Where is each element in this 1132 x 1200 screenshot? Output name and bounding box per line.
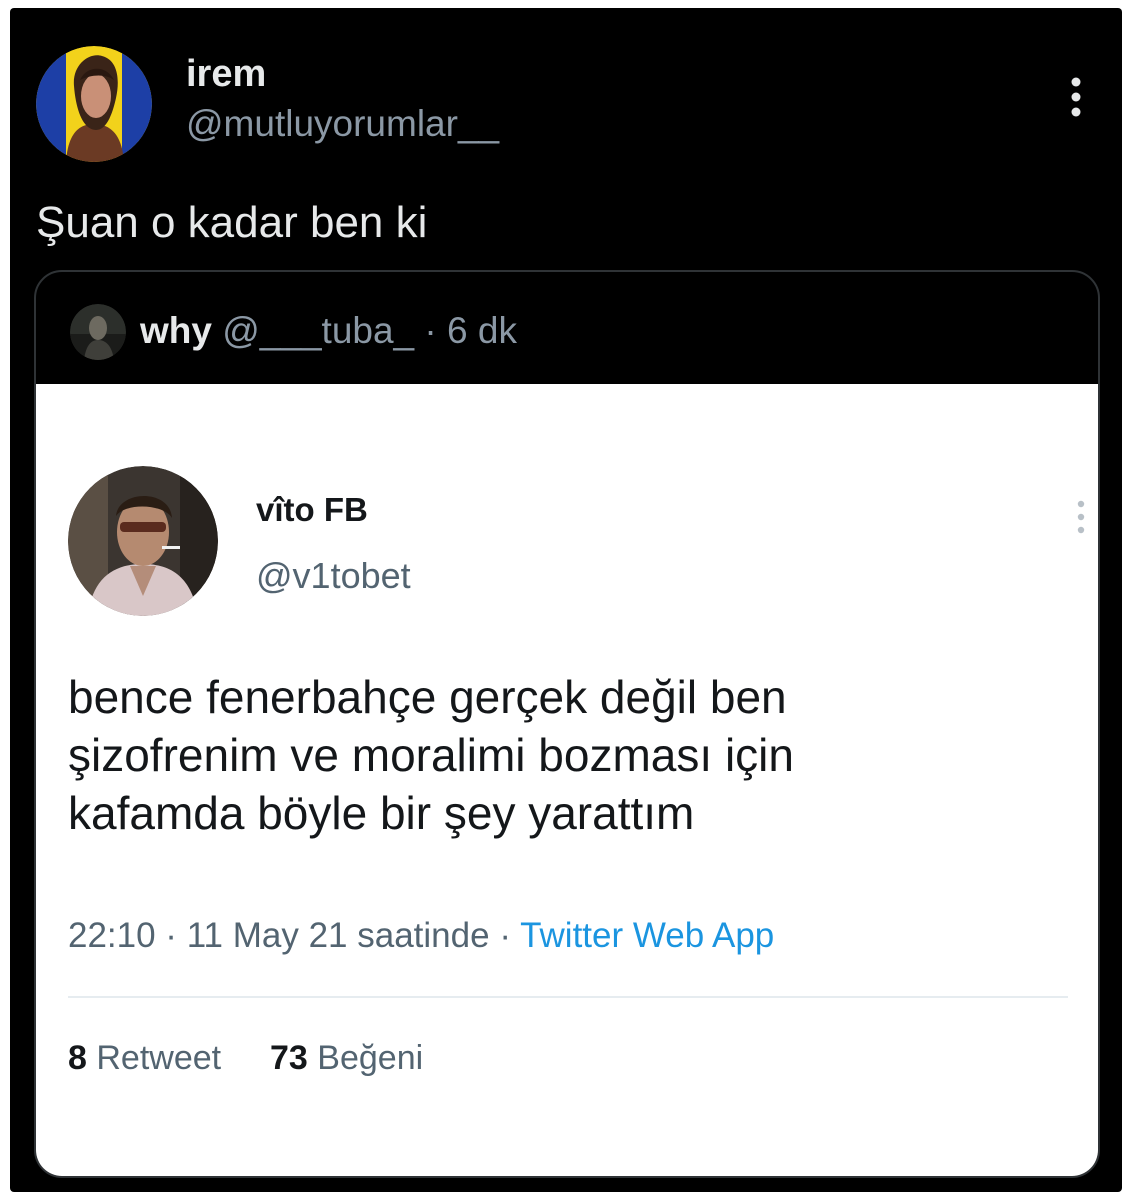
tweet-text: Şuan o kadar ben ki — [36, 198, 428, 247]
quoted-tweet-card[interactable]: why @___tuba_ · 6 dk vîto FB @v1tobet be… — [34, 270, 1100, 1178]
embedded-tweet-text-line: şizofrenim ve moralimi bozması için — [68, 729, 794, 781]
quoted-tweet-header: why @___tuba_ · 6 dk — [36, 272, 1098, 382]
vertical-ellipsis-icon — [1071, 77, 1081, 117]
meta-separator: · — [499, 916, 511, 955]
tweet-frame: irem @mutluyorumlar__ Şuan o kadar ben k… — [10, 8, 1122, 1192]
author-handle[interactable]: @mutluyorumlar__ — [186, 104, 499, 144]
embedded-tweet-meta: 22:10 · 11 May 21 saatinde · Twitter Web… — [68, 916, 774, 956]
retweet-label: Retweet — [96, 1039, 222, 1077]
retweet-count: 8 — [68, 1039, 87, 1077]
quoted-author-handle[interactable]: @___tuba_ — [222, 310, 414, 351]
more-options-button[interactable] — [1056, 72, 1096, 122]
divider — [68, 996, 1068, 998]
embedded-timestamp: 22:10 · 11 May 21 saatinde — [68, 916, 490, 955]
quoted-author-display-name[interactable]: why — [140, 310, 212, 351]
embedded-tweet-text-line: kafamda böyle bir şey yarattım — [68, 787, 695, 839]
embedded-source-link: Twitter Web App — [520, 916, 775, 955]
embedded-more-options — [1066, 492, 1096, 542]
like-count: 73 — [270, 1039, 308, 1077]
embedded-stats: 8 Retweet 73 Beğeni — [68, 1038, 423, 1078]
embedded-tweet-text: bence fenerbahçe gerçek değil ben şizofr… — [68, 668, 1068, 842]
like-label: Beğeni — [317, 1039, 424, 1077]
meta-separator: · — [424, 310, 437, 351]
embedded-author-avatar — [68, 466, 218, 616]
quoted-tweet-time[interactable]: 6 dk — [447, 310, 517, 351]
author-avatar[interactable] — [36, 46, 152, 162]
embedded-author-display-name: vîto FB — [256, 491, 368, 528]
quoted-tweet-meta: why @___tuba_ · 6 dk — [140, 310, 517, 352]
embedded-tweet-screenshot[interactable]: vîto FB @v1tobet bence fenerbahçe gerçek… — [36, 384, 1098, 1176]
embedded-tweet-text-line: bence fenerbahçe gerçek değil ben — [68, 671, 787, 723]
author-display-name[interactable]: irem — [186, 54, 266, 94]
quoted-author-avatar[interactable] — [70, 304, 126, 360]
embedded-author-handle: @v1tobet — [256, 555, 411, 596]
vertical-ellipsis-icon — [1077, 500, 1085, 534]
